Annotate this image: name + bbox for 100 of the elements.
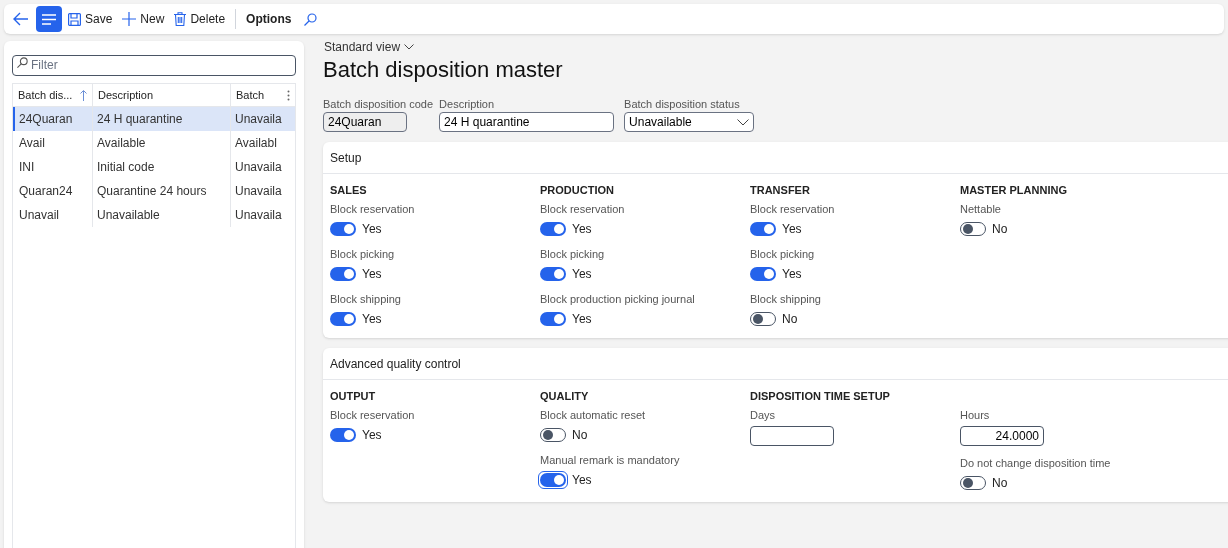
plus-icon	[122, 12, 137, 26]
text-button[interactable]: Options	[242, 6, 296, 32]
new-button[interactable]: New	[118, 6, 169, 32]
chevron-icon	[404, 44, 415, 50]
toggle-switch[interactable]	[540, 267, 566, 281]
table-cell: Unavailable	[93, 203, 231, 227]
status-dropdown[interactable]: Unavailable	[624, 112, 755, 132]
table-cell-text: Unavaila	[234, 111, 283, 128]
trash-icon	[174, 12, 187, 26]
toggle-value: Yes	[572, 221, 592, 238]
toggle-value: Yes	[572, 266, 592, 283]
toggle-switch[interactable]	[330, 428, 356, 442]
field-label: Block reservation	[750, 202, 836, 217]
table-cell: 24Quaran	[15, 107, 93, 131]
toggle-switch[interactable]	[750, 312, 776, 326]
table-row[interactable]: INI Initial code Unavaila	[13, 155, 295, 179]
field-label: Block shipping	[750, 292, 822, 307]
section-title[interactable]: Advanced quality control	[323, 348, 1228, 380]
toggle-switch[interactable]	[960, 476, 986, 490]
field-label: Block picking	[330, 247, 396, 262]
save-button[interactable]: Save	[64, 6, 117, 32]
more-icon[interactable]	[287, 89, 290, 101]
toggle-switch[interactable]	[540, 473, 566, 487]
table-cell: INI	[15, 155, 93, 179]
save-icon	[68, 12, 81, 26]
field-label: Hours	[960, 408, 991, 423]
table-row[interactable]: Quaran24 Quarantine 24 hours Unavaila	[13, 179, 295, 203]
search-icon	[17, 57, 28, 68]
table-cell-text: Unavaila	[234, 183, 283, 200]
search-icon	[303, 12, 317, 26]
table-cell-text: Availabl	[234, 135, 278, 152]
toggle-switch[interactable]	[330, 267, 356, 281]
field-label: Block picking	[750, 247, 816, 262]
table-row[interactable]: 24Quaran 24 H quarantine Unavaila	[13, 107, 295, 131]
table-cell: Unavail	[15, 203, 93, 227]
column-header[interactable]: Batch dis...	[18, 86, 73, 104]
number-field[interactable]: 24.0000	[960, 426, 1044, 446]
toggle-switch[interactable]	[330, 222, 356, 236]
menu-button[interactable]	[36, 6, 62, 32]
field-label: Block automatic reset	[540, 408, 647, 423]
table-cell: Available	[93, 131, 231, 155]
field-label: Block reservation	[540, 202, 626, 217]
description-field[interactable]: 24 H quarantine	[439, 112, 615, 132]
table-cell: 24 H quarantine	[93, 107, 231, 131]
toggle-switch[interactable]	[540, 312, 566, 326]
group-title: MASTER PLANNING	[960, 183, 1067, 199]
table-cell: Quarantine 24 hours	[93, 179, 231, 203]
group-title: QUALITY	[540, 389, 589, 405]
code-field: 24Quaran	[323, 112, 407, 132]
field-label: Block reservation	[330, 408, 416, 423]
field-label: Manual remark is mandatory	[540, 453, 681, 468]
sort-arrow-icon	[80, 89, 87, 101]
toggle-value: No	[992, 221, 1008, 238]
section-title[interactable]: Setup	[323, 142, 1228, 174]
toggle-value: No	[992, 475, 1008, 492]
back-icon	[13, 12, 29, 26]
group-title: OUTPUT	[330, 389, 376, 405]
toggle-value: No	[572, 427, 588, 444]
toggle-value: Yes	[362, 427, 382, 444]
toggle-value: Yes	[782, 221, 802, 238]
page-title: Batch disposition master	[323, 56, 564, 84]
table-cell: Initial code	[93, 155, 231, 179]
view-selector[interactable]: Standard view	[324, 38, 415, 56]
toggle-switch[interactable]	[750, 267, 776, 281]
toggle-value: Yes	[572, 311, 592, 328]
column-header[interactable]: Batch	[236, 86, 265, 104]
toggle-value: Yes	[362, 311, 382, 328]
toggle-value: Yes	[782, 266, 802, 283]
field-label: Batch disposition code	[323, 97, 434, 112]
field-label: Block reservation	[330, 202, 416, 217]
table-cell: Avail	[15, 131, 93, 155]
group-title: TRANSFER	[750, 183, 810, 199]
table-row[interactable]: Avail Available Availabl	[13, 131, 295, 155]
group-title: DISPOSITION TIME SETUP	[750, 389, 890, 405]
field-label: Description	[439, 97, 496, 112]
group-title: SALES	[330, 183, 367, 199]
toggle-value: Yes	[362, 266, 382, 283]
field-label: Batch disposition status	[624, 97, 741, 112]
toggle-switch[interactable]	[540, 428, 566, 442]
toggle-value: No	[782, 311, 798, 328]
chevron-icon	[737, 118, 750, 126]
field-label: Nettable	[960, 202, 1002, 217]
filter-field[interactable]: Filter	[12, 54, 296, 76]
group-title: PRODUCTION	[540, 183, 614, 199]
field-label: Block picking	[540, 247, 606, 262]
field-label: Block production picking journal	[540, 292, 696, 307]
toggle-value: Yes	[362, 221, 382, 238]
table-row[interactable]: Unavail Unavailable Unavaila	[13, 203, 295, 227]
toggle-switch[interactable]	[960, 222, 986, 236]
field-label: Block shipping	[330, 292, 402, 307]
table-cell-text: Unavaila	[234, 159, 283, 176]
field-label: Do not change disposition time	[960, 456, 1112, 471]
toggle-switch[interactable]	[330, 312, 356, 326]
delete-button[interactable]: Delete	[170, 6, 230, 32]
toggle-switch[interactable]	[750, 222, 776, 236]
menu-icon	[42, 13, 56, 25]
column-header[interactable]: Description	[98, 86, 154, 104]
number-field[interactable]	[750, 426, 834, 446]
toggle-switch[interactable]	[540, 222, 566, 236]
toggle-value: Yes	[572, 472, 592, 489]
